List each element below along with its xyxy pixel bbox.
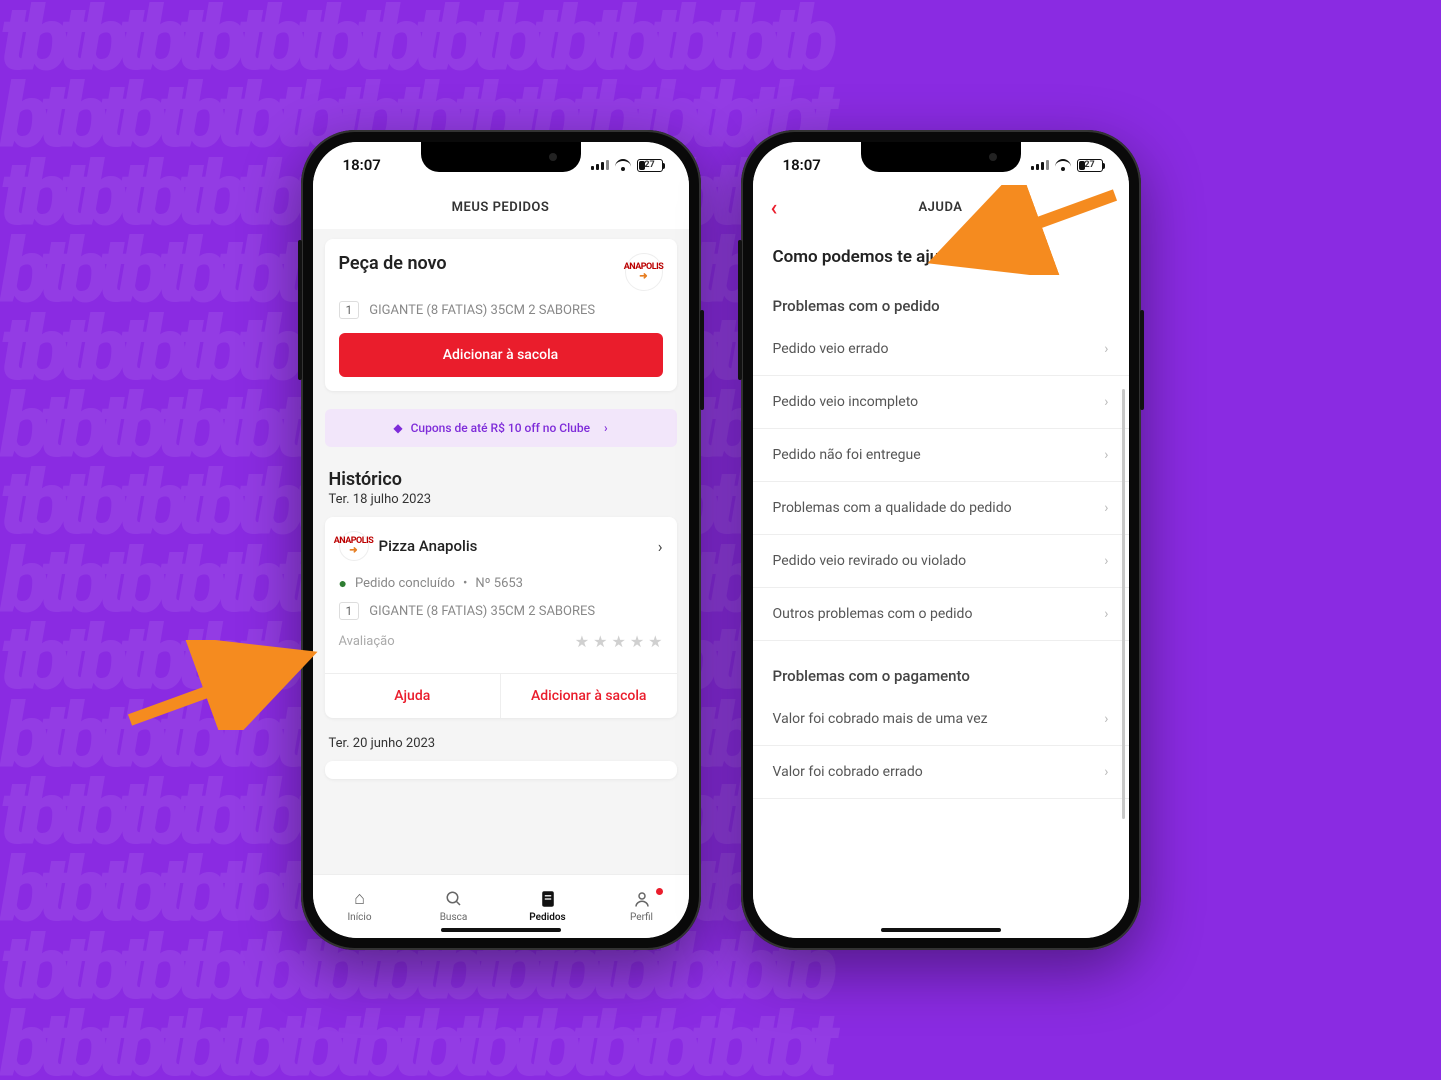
notification-badge	[655, 887, 664, 896]
phone-frame-left: 18:07 27 MEUS PEDIDOS Peça de novo ANAPO…	[301, 130, 701, 950]
signal-icon	[1031, 160, 1049, 170]
help-item[interactable]: Pedido não foi entregue›	[753, 429, 1129, 482]
chevron-right-icon: ›	[1104, 447, 1108, 463]
chevron-right-icon: ›	[1104, 606, 1108, 622]
chevron-right-icon: ›	[658, 537, 663, 556]
reorder-card: Peça de novo ANAPOLIS ➜ 1 GIGANTE (8 FAT…	[325, 239, 677, 391]
add-to-bag-button[interactable]: Adicionar à sacola	[339, 333, 663, 377]
history-date: Ter. 18 julho 2023	[329, 492, 673, 507]
history-date-2: Ter. 20 junho 2023	[329, 736, 673, 751]
star-icon[interactable]: ★	[611, 632, 625, 651]
help-item[interactable]: Pedido veio errado›	[753, 323, 1129, 376]
wifi-icon	[1055, 159, 1071, 171]
restaurant-logo: ANAPOLIS ➜	[625, 253, 663, 291]
restaurant-name: Pizza Anapolis	[379, 537, 648, 555]
promo-text: Cupons de até R$ 10 off no Clube	[411, 421, 590, 435]
help-list-payment: Valor foi cobrado mais de uma vez› Valor…	[753, 693, 1129, 799]
item-desc: GIGANTE (8 FATIAS) 35CM 2 SABORES	[369, 604, 595, 619]
receipt-icon	[540, 889, 556, 909]
rating-label: Avaliação	[339, 634, 395, 649]
restaurant-logo: ANAPOLIS ➜	[339, 531, 369, 561]
help-list-order: Pedido veio errado› Pedido veio incomple…	[753, 323, 1129, 641]
help-item[interactable]: Pedido veio revirado ou violado›	[753, 535, 1129, 588]
add-to-bag-link[interactable]: Adicionar à sacola	[500, 674, 677, 718]
status-time: 18:07	[343, 156, 381, 174]
help-group-payment: Problemas com o pagamento	[753, 641, 1129, 693]
rating-stars[interactable]: ★ ★ ★ ★ ★	[575, 632, 663, 651]
notch	[421, 142, 581, 172]
chevron-right-icon: ›	[1104, 553, 1108, 569]
chevron-right-icon: ›	[1104, 341, 1108, 357]
promo-banner[interactable]: ◆ Cupons de até R$ 10 off no Clube ›	[325, 409, 677, 447]
screen-title: MEUS PEDIDOS	[313, 188, 689, 229]
help-item[interactable]: Problemas com a qualidade do pedido›	[753, 482, 1129, 535]
help-item[interactable]: Outros problemas com o pedido›	[753, 588, 1129, 641]
chevron-right-icon: ›	[1104, 764, 1108, 780]
phone-frame-right: 18:07 27 ‹ AJUDA Como podemos te ajudar?…	[741, 130, 1141, 950]
reorder-item: GIGANTE (8 FATIAS) 35CM 2 SABORES	[369, 303, 595, 318]
star-icon[interactable]: ★	[575, 632, 589, 651]
help-item[interactable]: Valor foi cobrado errado›	[753, 746, 1129, 799]
help-item[interactable]: Valor foi cobrado mais de uma vez›	[753, 693, 1129, 746]
star-icon[interactable]: ★	[630, 632, 644, 651]
profile-icon	[633, 889, 651, 909]
scroll-indicator	[1122, 389, 1125, 819]
tab-search[interactable]: Busca	[424, 889, 484, 923]
help-item[interactable]: Pedido veio incompleto›	[753, 376, 1129, 429]
diamond-icon: ◆	[393, 421, 402, 435]
chevron-right-icon: ›	[604, 421, 608, 435]
tab-orders[interactable]: Pedidos	[518, 889, 578, 923]
tab-home[interactable]: ⌂ Início	[330, 889, 390, 923]
search-icon	[445, 889, 463, 909]
reorder-heading: Peça de novo	[339, 253, 447, 274]
back-button[interactable]: ‹	[771, 198, 778, 220]
screen-title: ‹ AJUDA	[753, 188, 1129, 229]
status-time: 18:07	[783, 156, 821, 174]
check-circle-icon: ●	[339, 575, 347, 592]
help-button[interactable]: Ajuda	[325, 674, 501, 718]
chevron-right-icon: ›	[1104, 711, 1108, 727]
reorder-qty: 1	[339, 301, 360, 319]
item-qty: 1	[339, 602, 360, 620]
home-indicator[interactable]	[881, 928, 1001, 932]
help-heading: Como podemos te ajudar?	[753, 229, 1129, 279]
order-number: Nº 5653	[475, 576, 523, 591]
star-icon[interactable]: ★	[593, 632, 607, 651]
history-heading: Histórico	[329, 469, 673, 490]
tab-profile[interactable]: Perfil	[612, 889, 672, 923]
order-header[interactable]: ANAPOLIS ➜ Pizza Anapolis ›	[325, 517, 677, 575]
star-icon[interactable]: ★	[648, 632, 662, 651]
chevron-right-icon: ›	[1104, 500, 1108, 516]
order-card: ANAPOLIS ➜ Pizza Anapolis › ● Pedido con…	[325, 517, 677, 718]
battery-icon: 27	[1077, 159, 1103, 172]
wifi-icon	[615, 159, 631, 171]
battery-icon: 27	[637, 159, 663, 172]
home-indicator[interactable]	[441, 928, 561, 932]
home-icon: ⌂	[354, 889, 365, 909]
order-card-peek	[325, 761, 677, 779]
help-group-order: Problemas com o pedido	[753, 279, 1129, 323]
chevron-right-icon: ›	[1104, 394, 1108, 410]
signal-icon	[591, 160, 609, 170]
notch	[861, 142, 1021, 172]
order-status: Pedido concluído	[355, 576, 455, 591]
